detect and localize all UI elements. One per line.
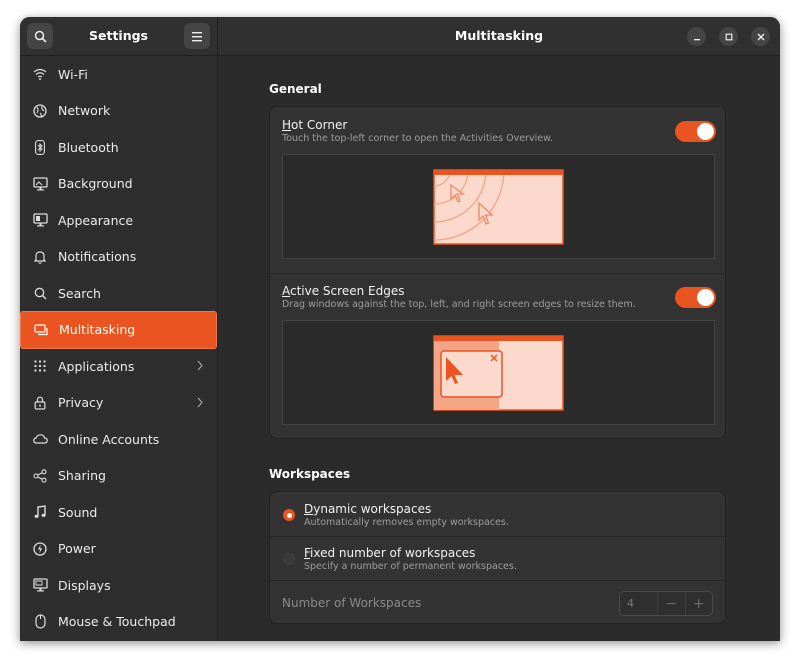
dynamic-workspaces-title[interactable]: Dynamic workspaces <box>304 502 431 516</box>
monitor-icon <box>32 176 48 192</box>
general-card: Hot Corner Touch the top-left corner to … <box>269 106 726 439</box>
sidebar-item-label: Online Accounts <box>58 431 160 447</box>
mouse-icon <box>32 614 48 630</box>
sidebar-item-sound[interactable]: Sound <box>20 494 217 531</box>
fixed-workspaces-title[interactable]: Fixed number of workspaces <box>304 546 475 560</box>
sidebar-item-appearance[interactable]: Appearance <box>20 202 217 239</box>
sidebar-item-sharing[interactable]: Sharing <box>20 458 217 495</box>
sidebar-item-label: Privacy <box>58 395 104 411</box>
sidebar-item-label: Displays <box>58 577 111 593</box>
active-screen-edges-preview <box>282 320 715 425</box>
hot-corner-subtitle: Touch the top-left corner to open the Ac… <box>282 133 553 144</box>
minimize-button[interactable] <box>687 27 706 46</box>
sidebar-item-network[interactable]: Network <box>20 93 217 130</box>
increment-button[interactable]: + <box>686 592 713 615</box>
hot-corner-illustration <box>433 169 564 245</box>
hot-corner-title: Hot Corner <box>282 118 348 132</box>
wifi-icon <box>32 66 48 82</box>
sidebar-item-mouse-touchpad[interactable]: Mouse & Touchpad <box>20 604 217 641</box>
chevron-right-icon <box>197 359 203 374</box>
dynamic-workspaces-subtitle: Automatically removes empty workspaces. <box>304 517 509 528</box>
hamburger-menu-icon <box>192 31 202 41</box>
active-screen-edges-illustration <box>433 335 564 411</box>
music-note-icon <box>32 504 48 520</box>
active-screen-edges-subtitle: Drag windows against the top, left, and … <box>282 299 636 310</box>
sidebar-item-wifi[interactable]: Wi-Fi <box>20 56 217 93</box>
power-icon <box>32 541 48 557</box>
sidebar-header: Settings <box>20 17 217 56</box>
close-button[interactable] <box>751 27 770 46</box>
chevron-right-icon <box>197 396 203 411</box>
main-menu-button[interactable] <box>184 23 210 49</box>
sidebar-item-power[interactable]: Power <box>20 531 217 568</box>
sidebar-item-label: Notifications <box>58 249 137 265</box>
sidebar-item-label: Multitasking <box>59 322 136 338</box>
decrement-button[interactable]: − <box>658 592 686 615</box>
active-screen-edges-title: Active Screen Edges <box>282 284 405 298</box>
sidebar-item-bluetooth[interactable]: Bluetooth <box>20 129 217 166</box>
workspaces-section-title: Workspaces <box>269 467 351 481</box>
header-bar: Multitasking <box>218 17 780 56</box>
grid-icon <box>32 358 48 374</box>
sidebar-item-background[interactable]: Background <box>20 166 217 203</box>
workspaces-card: Dynamic workspaces Automatically removes… <box>269 491 726 624</box>
cloud-icon <box>32 431 48 447</box>
bluetooth-icon <box>32 139 48 155</box>
display-icon <box>32 577 48 593</box>
hot-corner-preview <box>282 154 715 259</box>
hot-corner-toggle[interactable] <box>675 121 716 142</box>
search-icon <box>32 285 48 301</box>
workspaces-number-input[interactable]: 4 <box>620 592 658 615</box>
general-section-title: General <box>269 82 322 96</box>
sidebar-item-privacy[interactable]: Privacy <box>20 385 217 422</box>
sidebar-item-multitasking[interactable]: Multitasking <box>20 310 217 349</box>
sidebar-item-applications[interactable]: Applications <box>20 348 217 385</box>
maximize-icon <box>725 33 732 40</box>
minimize-icon <box>693 38 700 40</box>
maximize-button[interactable] <box>719 27 738 46</box>
number-of-workspaces-label: Number of Workspaces <box>282 596 422 610</box>
divider <box>270 536 725 537</box>
divider <box>270 273 725 274</box>
sidebar-item-label: Background <box>58 176 133 192</box>
appearance-icon <box>32 212 48 228</box>
sidebar-item-label: Wi-Fi <box>58 66 88 82</box>
sidebar-item-label: Appearance <box>58 212 134 228</box>
active-screen-edges-toggle[interactable] <box>675 287 716 308</box>
sidebar-item-label: Sound <box>58 504 98 520</box>
multitasking-icon <box>33 322 49 338</box>
lock-icon <box>32 395 48 411</box>
close-icon <box>757 33 764 40</box>
sidebar-item-label: Power <box>58 541 96 557</box>
sidebar-item-notifications[interactable]: Notifications <box>20 239 217 276</box>
sidebar-item-label: Applications <box>58 358 135 374</box>
dynamic-workspaces-radio[interactable] <box>283 509 295 521</box>
sidebar-item-label: Mouse & Touchpad <box>58 614 176 630</box>
sidebar-item-label: Search <box>58 285 101 301</box>
sidebar-item-label: Bluetooth <box>58 139 119 155</box>
sidebar-item-online-accounts[interactable]: Online Accounts <box>20 421 217 458</box>
sidebar-item-label: Network <box>58 103 111 119</box>
sidebar-item-label: Sharing <box>58 468 106 484</box>
fixed-workspaces-radio[interactable] <box>283 553 295 565</box>
settings-window: Settings Wi-Fi Network Bluetooth Backgro… <box>20 17 780 641</box>
sidebar-item-displays[interactable]: Displays <box>20 567 217 604</box>
main-panel: Multitasking General Hot Corner Touch th… <box>218 17 780 641</box>
globe-icon <box>32 103 48 119</box>
share-icon <box>32 468 48 484</box>
divider <box>270 580 725 581</box>
workspaces-number-stepper: 4 − + <box>619 591 713 616</box>
bell-icon <box>32 249 48 265</box>
sidebar: Settings Wi-Fi Network Bluetooth Backgro… <box>20 17 218 641</box>
fixed-workspaces-subtitle: Specify a number of permanent workspaces… <box>304 561 517 572</box>
sidebar-item-search[interactable]: Search <box>20 275 217 312</box>
sidebar-nav: Wi-Fi Network Bluetooth Background Appea… <box>20 56 217 640</box>
